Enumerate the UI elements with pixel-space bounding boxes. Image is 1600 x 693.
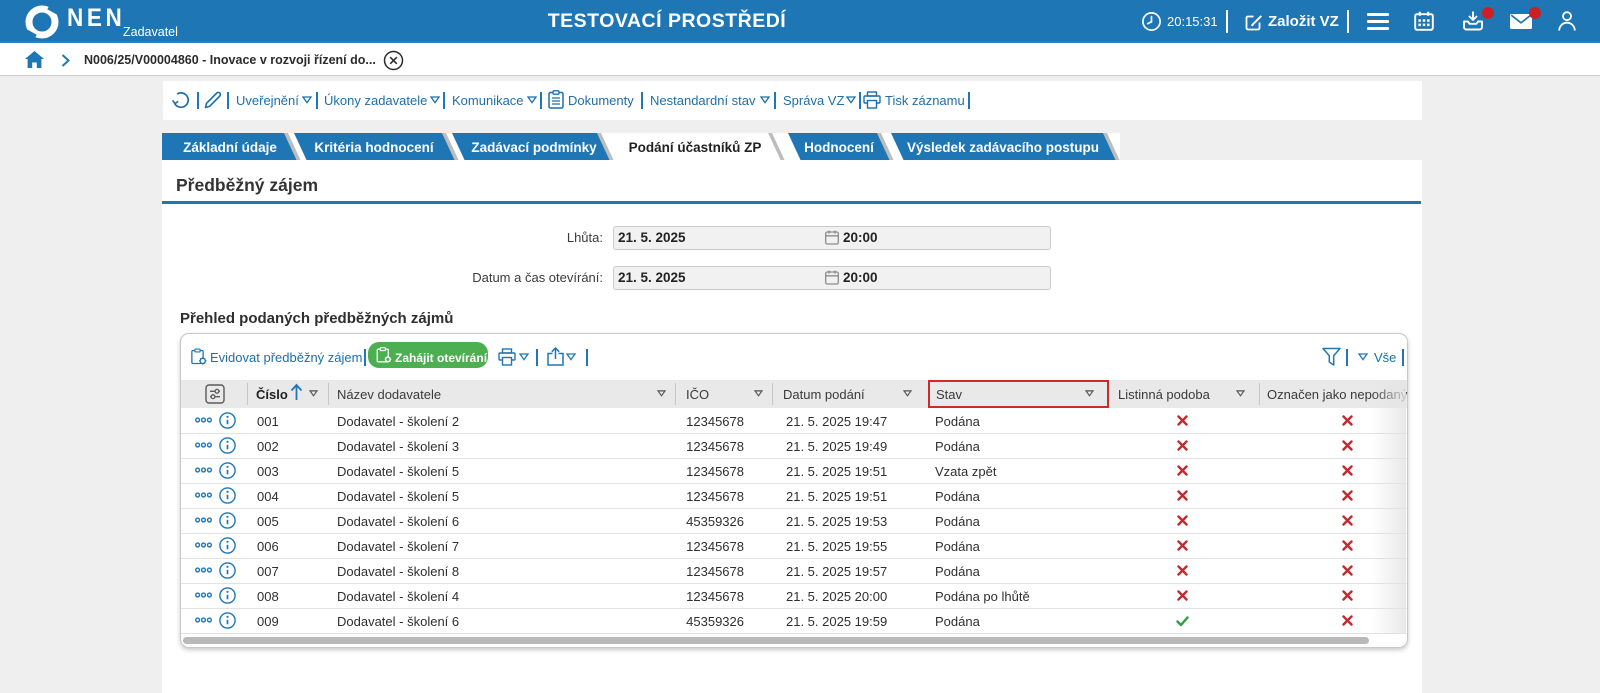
svg-text:Hodnocení: Hodnocení [804, 140, 875, 155]
svg-text:Výsledek zadávacího postupu: Výsledek zadávacího postupu [907, 140, 1099, 155]
svg-text:Zadávací podmínky: Zadávací podmínky [471, 140, 597, 155]
svg-text:Základní údaje: Základní údaje [183, 140, 277, 155]
svg-text:Kritéria hodnocení: Kritéria hodnocení [314, 140, 435, 155]
svg-text:Podání účastníků ZP: Podání účastníků ZP [629, 140, 762, 155]
